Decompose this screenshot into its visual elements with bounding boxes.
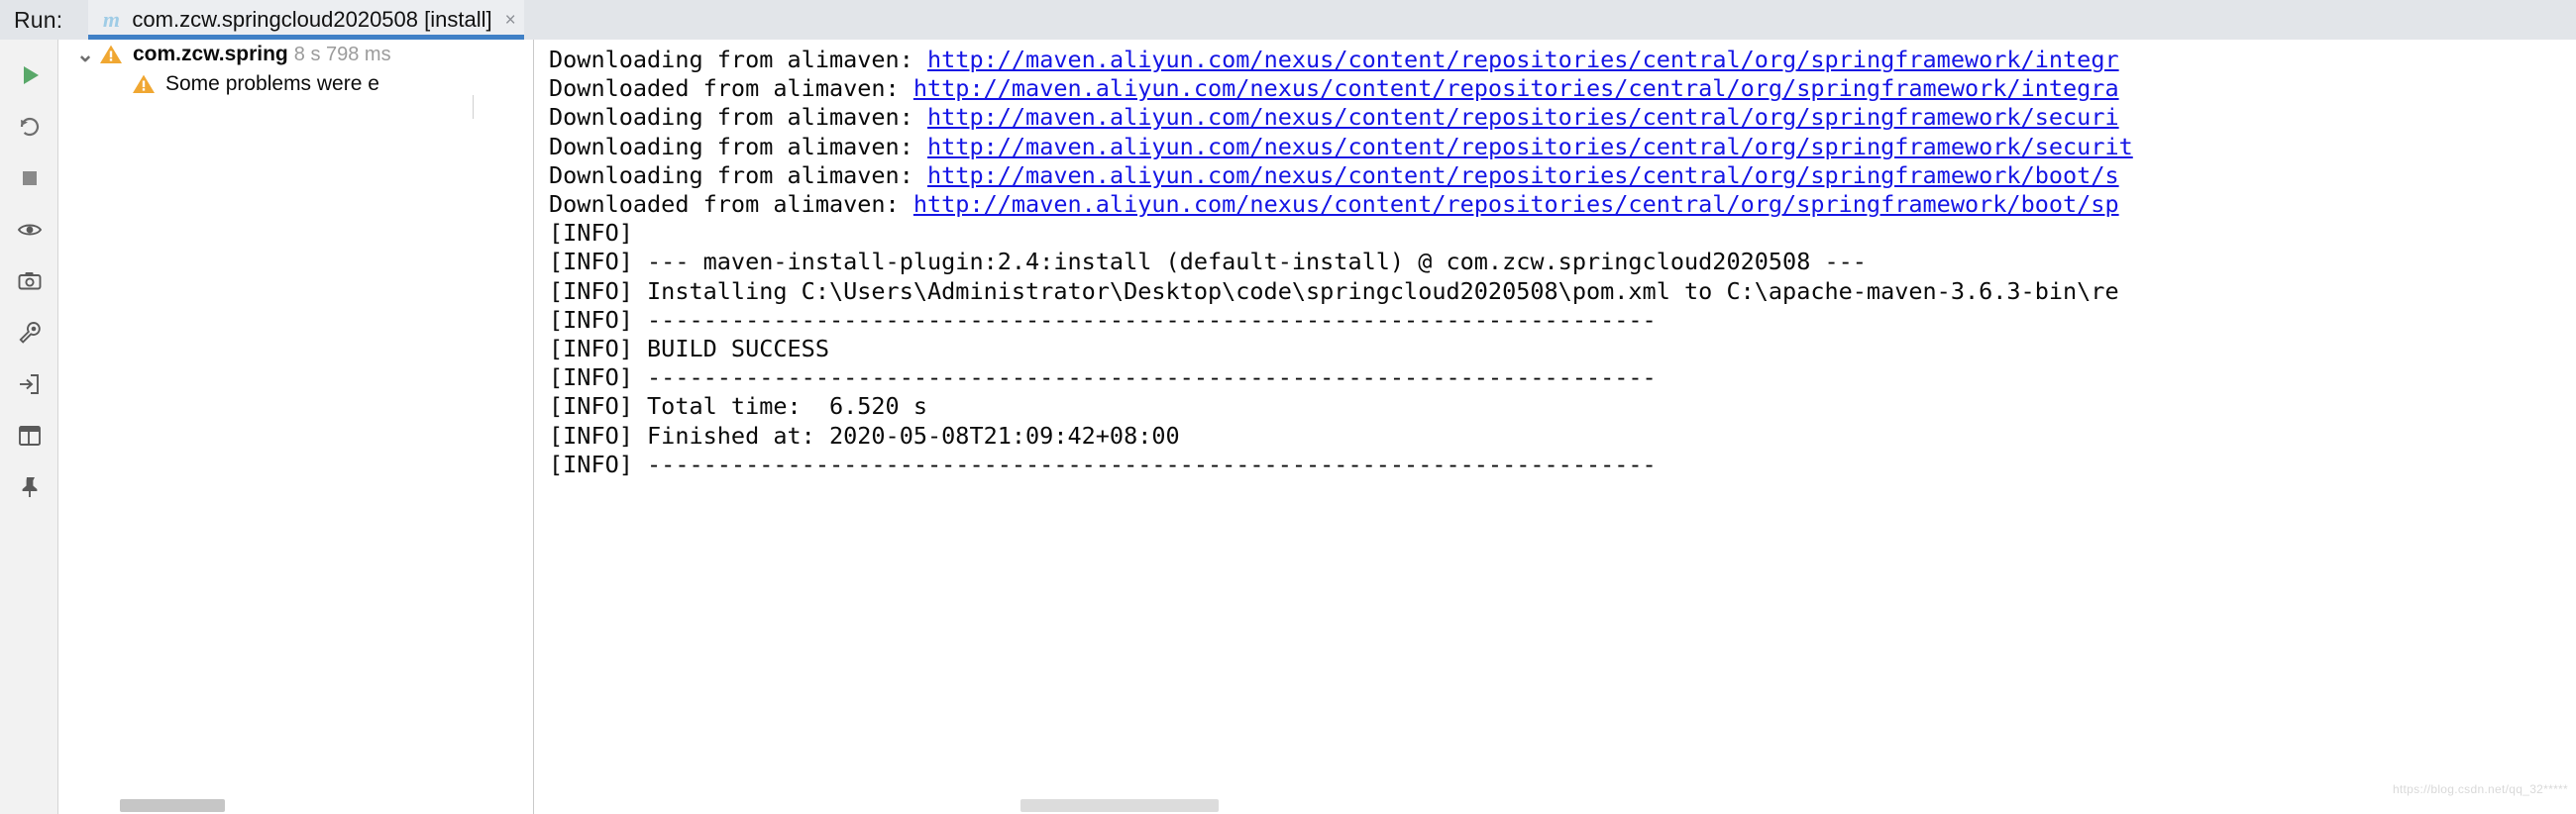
console-line: Downloading from alimaven: http://maven.… (535, 161, 2576, 190)
console-line: Downloading from alimaven: http://maven.… (535, 46, 2576, 74)
console-lines: Downloading from alimaven: http://maven.… (535, 46, 2576, 479)
play-icon (17, 62, 43, 88)
tab-title: com.zcw.springcloud2020508 [install] (132, 7, 492, 32)
console-line: [INFO] (535, 219, 2576, 248)
rerun-failed-button[interactable] (0, 101, 58, 153)
run-actions-toolbar (0, 40, 58, 814)
console-line: [INFO] Total time: 6.520 s (535, 392, 2576, 421)
tree-row-root[interactable]: ⌄ com.zcw.spring 8 s 798 ms (58, 40, 533, 69)
console-line-text: Downloading from alimaven: (549, 160, 928, 189)
console-line-text: [INFO] Finished at: 2020-05-08T21:09:42+… (549, 421, 1180, 450)
watermark-text: https://blog.csdn.net/qq_32***** (2392, 782, 2568, 796)
run-tab-bar: Run: m com.zcw.springcloud2020508 [insta… (0, 0, 2576, 40)
console-line-text: Downloaded from alimaven: (549, 74, 913, 103)
console-line-text: Downloaded from alimaven: (549, 190, 913, 219)
console-line-text: [INFO] BUILD SUCCESS (549, 335, 829, 363)
grid-icon (17, 423, 43, 449)
maven-m-icon: m (102, 7, 120, 32)
console-link[interactable]: http://maven.aliyun.com/nexus/content/re… (927, 133, 2133, 160)
console-line-text: Downloading from alimaven: (549, 132, 928, 160)
console-line: [INFO] ---------------------------------… (535, 451, 2576, 479)
console-link[interactable]: http://maven.aliyun.com/nexus/content/re… (927, 103, 2119, 131)
tree-row-root-label: com.zcw.spring (133, 43, 288, 65)
stop-button[interactable] (0, 153, 58, 204)
settings-button[interactable] (0, 307, 58, 358)
console-line-text: [INFO] Installing C:\Users\Administrator… (549, 276, 2119, 305)
console-line: Downloading from alimaven: http://maven.… (535, 103, 2576, 132)
console-line: [INFO] BUILD SUCCESS (535, 335, 2576, 363)
rerun-failed-icon (17, 114, 43, 140)
layout-button[interactable] (0, 410, 58, 461)
camera-icon (17, 268, 43, 294)
scroll-to-end-button[interactable] (0, 358, 58, 410)
tree-horizontal-scrollbar[interactable] (120, 799, 225, 812)
console-link[interactable]: http://maven.aliyun.com/nexus/content/re… (913, 74, 2119, 102)
eye-icon (17, 217, 43, 243)
warning-triangle-icon (131, 71, 157, 97)
console-line: Downloaded from alimaven: http://maven.a… (535, 74, 2576, 103)
console-line: [INFO] ---------------------------------… (535, 306, 2576, 335)
tree-row-problems-label: Some problems were e (165, 72, 379, 95)
console-link[interactable]: http://maven.aliyun.com/nexus/content/re… (927, 46, 2119, 73)
console-link[interactable]: http://maven.aliyun.com/nexus/content/re… (927, 161, 2119, 189)
console-line: [INFO] Installing C:\Users\Administrator… (535, 277, 2576, 306)
run-tool-window: Run: m com.zcw.springcloud2020508 [insta… (0, 0, 2576, 814)
warning-triangle-icon (98, 42, 124, 67)
console-line-text: [INFO] (549, 219, 648, 248)
tab-run-configuration[interactable]: m com.zcw.springcloud2020508 [install] × (88, 0, 524, 40)
tree-row-root-duration: 8 s 798 ms (293, 43, 391, 65)
arrow-into-box-icon (17, 371, 43, 397)
console-line-text: [INFO] ---------------------------------… (549, 450, 1657, 478)
console-line-text: Downloading from alimaven: (549, 103, 928, 132)
run-label: Run: (14, 6, 63, 33)
console-line: [INFO] Finished at: 2020-05-08T21:09:42+… (535, 422, 2576, 451)
wrench-icon (17, 320, 43, 346)
console-line: [INFO] ---------------------------------… (535, 363, 2576, 392)
console-line-text: [INFO] Total time: 6.520 s (549, 392, 928, 421)
pin-tab-button[interactable] (0, 461, 58, 513)
tree-row-problems[interactable]: Some problems were e (58, 69, 533, 99)
toggle-visibility-button[interactable] (0, 204, 58, 255)
pin-icon (17, 474, 43, 500)
console-horizontal-scrollbar[interactable] (1020, 799, 1219, 812)
console-line-text: [INFO] ---------------------------------… (549, 363, 1657, 392)
console-output[interactable]: Downloading from alimaven: http://maven.… (535, 40, 2576, 814)
console-line: Downloading from alimaven: http://maven.… (535, 133, 2576, 161)
console-line: [INFO] --- maven-install-plugin:2.4:inst… (535, 248, 2576, 276)
tree-column-divider (473, 95, 474, 119)
stop-icon (17, 165, 43, 191)
console-line-text: [INFO] ---------------------------------… (549, 305, 1657, 334)
console-line: Downloaded from alimaven: http://maven.a… (535, 190, 2576, 219)
console-line-text: Downloading from alimaven: (549, 46, 928, 73)
chevron-down-icon[interactable]: ⌄ (72, 43, 98, 67)
console-link[interactable]: http://maven.aliyun.com/nexus/content/re… (913, 190, 2119, 218)
close-icon[interactable]: × (505, 11, 516, 30)
rerun-button[interactable] (0, 50, 58, 101)
run-tree-panel[interactable]: ⌄ com.zcw.spring 8 s 798 ms Some problem… (58, 40, 534, 814)
console-line-text: [INFO] --- maven-install-plugin:2.4:inst… (549, 248, 1867, 276)
export-button[interactable] (0, 255, 58, 307)
